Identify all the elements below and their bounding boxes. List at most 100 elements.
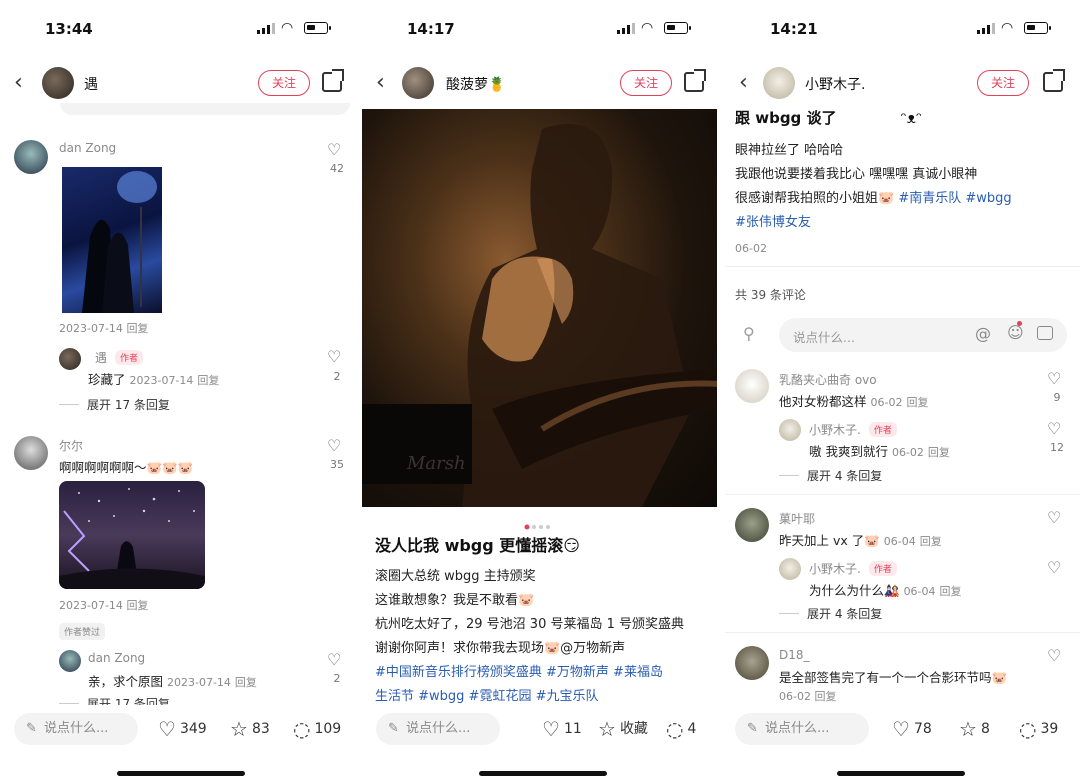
hashtag[interactable]: #南青乐队 #wbgg — [898, 191, 1011, 206]
author-avatar[interactable] — [402, 67, 434, 99]
image-pagination-dots[interactable] — [524, 515, 552, 530]
heart-icon: ♡ — [158, 717, 176, 741]
comment-image[interactable] — [59, 481, 205, 589]
expand-replies-button[interactable]: 展开 17 条回复 — [59, 695, 170, 705]
status-bar: 14:21 ◠ — [725, 0, 1080, 56]
share-icon[interactable] — [684, 69, 706, 92]
heart-icon[interactable]: ♡ — [1047, 508, 1061, 527]
reply-text: 珍藏了 2023-07-14 回复 — [88, 372, 220, 387]
post-line: 杭州吃太好了，29 号池沼 30 号莱福岛 1 号颁奖盛典 — [375, 617, 685, 632]
heart-icon[interactable]: ♡ — [1047, 558, 1061, 577]
star-icon: ☆ — [598, 717, 616, 741]
pen-icon: ✎ — [388, 721, 399, 736]
commenter-avatar[interactable] — [735, 369, 769, 403]
heart-icon[interactable]: ♡ — [327, 436, 341, 455]
post-line: 眼神拉丝了 哈哈哈 — [735, 143, 844, 158]
image-icon[interactable] — [1037, 326, 1053, 340]
commenter-avatar[interactable] — [735, 508, 769, 542]
comment-text: 是全部签售完了有一个一个合影环节吗🐷 — [779, 670, 1008, 685]
post-line: 很感谢帮我拍照的小姐姐🐷 #南青乐队 #wbgg — [735, 191, 1012, 206]
at-icon[interactable]: @ — [975, 324, 991, 343]
reply-link[interactable]: 回复 — [126, 322, 148, 335]
comment-image[interactable] — [62, 167, 162, 313]
like-button[interactable]: ♡ 78 — [892, 717, 932, 741]
comment-input[interactable]: ✎ 说点什么... — [376, 713, 500, 745]
post-line: 滚圈大总统 wbgg 主持颁奖 — [375, 569, 536, 584]
follow-button[interactable]: 关注 — [977, 70, 1029, 96]
share-icon[interactable] — [322, 69, 344, 92]
reply-author[interactable]: 小野木子. 作者 — [809, 421, 897, 438]
hashtag[interactable]: #张伟博女友 — [735, 211, 811, 230]
back-icon[interactable]: ‹ — [14, 70, 23, 95]
heart-icon[interactable]: ♡ — [1047, 419, 1061, 438]
hashtag-line[interactable]: #中国新音乐排行榜颁奖盛典 #万物新声 #莱福岛 — [375, 661, 663, 680]
heart-icon[interactable]: ♡ — [327, 347, 341, 366]
comment-input[interactable]: ✎ 说点什么... — [735, 713, 869, 745]
expand-replies-button[interactable]: 展开 4 条回复 — [779, 467, 882, 484]
author-name[interactable]: 小野木子. — [805, 74, 865, 94]
author-avatar[interactable] — [42, 67, 74, 99]
back-icon[interactable]: ‹ — [376, 70, 385, 95]
battery-icon — [664, 22, 691, 34]
phone-screen-3: 14:21 ◠ ‹ 小野木子. 关注 跟 wbgg 谈了 ᵔᴥᵔ 眼神拉丝了 哈哈… — [725, 0, 1080, 784]
commenter-name[interactable]: D18_ — [779, 648, 810, 662]
notification-dot — [1017, 321, 1022, 326]
commenter-name[interactable]: 菓叶耶 — [779, 510, 815, 527]
commenter-name[interactable]: dan Zong — [59, 141, 116, 155]
follow-button[interactable]: 关注 — [620, 70, 672, 96]
comment-input[interactable]: 说点什么... @ ☺ — [779, 318, 1067, 352]
comment-button[interactable]: ◌ 4 — [666, 717, 696, 741]
follow-button[interactable]: 关注 — [258, 70, 310, 96]
reply-text: 嗷 我爽到就行 06-02 回复 — [809, 444, 950, 459]
reply-avatar[interactable] — [779, 419, 801, 441]
like-button[interactable]: ♡ 11 — [542, 717, 582, 741]
home-indicator — [837, 771, 965, 776]
expand-replies-button[interactable]: 展开 17 条回复 — [59, 396, 170, 413]
post-image[interactable]: Marsh — [362, 109, 717, 507]
comment-button[interactable]: ◌ 109 — [293, 717, 341, 741]
comment-button[interactable]: ◌ 39 — [1019, 717, 1058, 741]
post-title: 跟 wbgg 谈了 ᵔᴥᵔ — [735, 109, 923, 127]
commenter-avatar[interactable] — [14, 140, 48, 174]
commenter-avatar[interactable] — [14, 436, 48, 470]
reply-author[interactable]: 小野木子. 作者 — [809, 560, 897, 577]
expand-replies-button[interactable]: 展开 4 条回复 — [779, 605, 882, 622]
heart-icon[interactable]: ♡ — [327, 140, 341, 159]
wifi-icon: ◠ — [281, 20, 294, 36]
commenter-name[interactable]: 乳酪夹心曲奇 ovo — [779, 371, 877, 388]
reply-link[interactable]: 回复 — [126, 599, 148, 612]
author-liked-badge: 作者赞过 — [59, 623, 106, 640]
share-icon[interactable] — [1043, 69, 1065, 92]
status-time: 13:44 — [45, 20, 93, 38]
comment-icon: ◌ — [293, 717, 311, 741]
hashtag-line[interactable]: 生活节 #wbgg #霓虹花园 #九宝乐队 — [375, 685, 598, 704]
commenter-name[interactable]: 尔尔 — [59, 437, 83, 454]
post-date: 06-02 — [735, 242, 767, 255]
collect-button[interactable]: ☆ 收藏 — [598, 717, 648, 741]
emoji-icon[interactable]: ☺ — [1007, 323, 1024, 342]
collect-button[interactable]: ☆ 8 — [959, 717, 990, 741]
comment-text: 啊啊啊啊啊啊～🐷🐷🐷 — [59, 460, 194, 475]
reply-author[interactable]: dan Zong — [88, 651, 145, 665]
back-icon[interactable]: ‹ — [739, 70, 748, 95]
comment-input[interactable]: ✎ 说点什么... — [14, 713, 138, 745]
reply-avatar[interactable] — [779, 558, 801, 580]
comment-text: 昨天加上 vx 了🐷 06-04 回复 — [779, 533, 942, 548]
author-avatar[interactable] — [763, 67, 795, 99]
heart-icon[interactable]: ♡ — [1047, 369, 1061, 388]
comment-icon: ◌ — [666, 717, 684, 741]
commenter-avatar[interactable] — [735, 646, 769, 680]
heart-icon[interactable]: ♡ — [1047, 646, 1061, 665]
like-button[interactable]: ♡ 349 — [158, 717, 207, 741]
heart-icon[interactable]: ♡ — [327, 650, 341, 669]
author-name[interactable]: 遇 — [84, 74, 98, 94]
author-name[interactable]: 酸菠萝🍍 — [446, 74, 505, 94]
reply-avatar[interactable] — [59, 650, 81, 672]
comment-icon: ◌ — [1019, 717, 1037, 741]
location-icon: ⚲ — [743, 324, 755, 343]
reply-text: 亲，求个原图 2023-07-14 回复 — [88, 674, 257, 689]
reply-avatar[interactable] — [59, 348, 81, 370]
author-badge: 作者 — [868, 422, 897, 437]
collect-button[interactable]: ☆ 83 — [230, 717, 270, 741]
reply-author[interactable]: 遇作者 — [95, 349, 144, 366]
